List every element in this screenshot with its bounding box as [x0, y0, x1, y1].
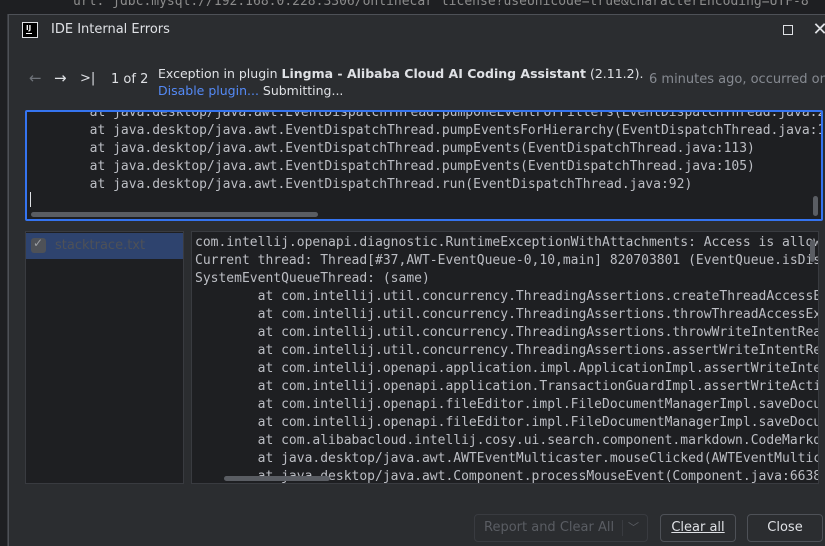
trace-line: at com.intellij.openapi.fileEditor.impl.…: [195, 397, 819, 412]
close-icon: ✕: [812, 19, 825, 40]
split-button-separator: [622, 520, 623, 536]
close-window-button[interactable]: ✕: [805, 15, 825, 45]
trace-line: at com.intellij.util.concurrency.Threadi…: [195, 289, 819, 304]
dialog-titlebar[interactable]: IJ IDE Internal Errors ✕: [9, 15, 825, 45]
arrow-right-icon: →: [54, 69, 67, 87]
occurrence-timestamp: 6 minutes ago, occurred once: [649, 72, 825, 87]
maximize-button[interactable]: [773, 15, 803, 45]
message-prefix: Exception in plugin: [158, 66, 282, 81]
trace-line: at com.intellij.util.concurrency.Threadi…: [195, 343, 819, 358]
next-error-button[interactable]: →: [54, 69, 67, 89]
trace-line: SystemEventQueueThread: (same): [195, 271, 430, 286]
trace-line: at com.intellij.openapi.application.Tran…: [257, 379, 818, 394]
attachment-name: stacktrace.txt: [55, 238, 146, 253]
chevron-down-icon[interactable]: ﹀: [628, 515, 639, 541]
trace-line: at com.intellij.util.concurrency.Threadi…: [195, 325, 819, 340]
comment-line: at java.desktop/java.awt.EventDispatchTh…: [27, 110, 823, 120]
plugin-version: (2.11.2).: [586, 66, 644, 81]
trace-line: at java.desktop/java.awt.AWTEventMultica…: [257, 451, 818, 466]
attachment-item[interactable]: stacktrace.txt: [26, 233, 183, 259]
trace-line: at com.alibabacloud.intellij.cosy.ui.sea…: [195, 433, 819, 448]
error-counter: 1 of 2: [111, 72, 149, 87]
stacktrace-text: com.intellij.openapi.diagnostic.RuntimeE…: [195, 234, 819, 483]
stacktrace-viewer[interactable]: com.intellij.openapi.diagnostic.RuntimeE…: [191, 231, 819, 484]
comment-textarea[interactable]: at java.desktop/java.awt.EventDispatchTh…: [25, 110, 823, 221]
report-and-clear-all-button[interactable]: Report and Clear All ﹀: [474, 514, 648, 542]
trace-line: at com.intellij.openapi.fileEditor.impl.…: [195, 415, 819, 430]
clear-all-button[interactable]: Clear all: [660, 514, 736, 542]
arrow-left-icon: ←: [29, 69, 42, 87]
trace-line: com.intellij.openapi.diagnostic.RuntimeE…: [195, 235, 818, 250]
background-editor-text: url: jdbc:mysql://192.168.0.228:3306/onl…: [73, 0, 809, 9]
report-button-label: Report and Clear All: [484, 520, 615, 535]
comment-line: at java.desktop/java.awt.EventDispatchTh…: [27, 141, 755, 156]
last-error-button[interactable]: >|: [80, 71, 95, 91]
background-editor-gutter: [0, 14, 8, 546]
submit-status: Submitting...: [258, 83, 344, 98]
comment-line: at java.desktop/java.awt.EventDispatchTh…: [27, 177, 693, 192]
comment-vertical-scrollbar[interactable]: [813, 196, 818, 216]
ide-internal-errors-dialog: IJ IDE Internal Errors ✕ ← → >| 1 of 2 E…: [8, 14, 825, 546]
arrow-to-last-icon: >|: [80, 71, 96, 86]
intellij-app-icon: IJ: [22, 22, 38, 38]
comment-line: at java.desktop/java.awt.EventDispatchTh…: [27, 123, 823, 138]
text-caret: [30, 192, 31, 207]
error-message: Exception in plugin Lingma - Alibaba Clo…: [158, 65, 643, 99]
dialog-title: IDE Internal Errors: [51, 22, 170, 37]
trace-line: at com.intellij.util.concurrency.Threadi…: [195, 307, 819, 322]
attachments-list: stacktrace.txt: [25, 231, 184, 484]
maximize-icon: [783, 25, 793, 35]
attachment-checkbox[interactable]: [31, 236, 46, 253]
disable-plugin-link[interactable]: Disable plugin...: [158, 83, 259, 98]
plugin-name: Lingma - Alibaba Cloud AI Coding Assista…: [281, 66, 587, 81]
background-editor-strip: url: jdbc:mysql://192.168.0.228:3306/onl…: [0, 0, 825, 14]
comment-line: at java.desktop/java.awt.EventDispatchTh…: [27, 159, 755, 174]
stacktrace-vertical-scrollbar[interactable]: [810, 240, 815, 262]
comment-horizontal-scrollbar[interactable]: [31, 212, 318, 217]
comment-text: at java.desktop/java.awt.EventDispatchTh…: [27, 110, 823, 194]
close-button[interactable]: Close: [747, 514, 823, 542]
trace-line: at com.intellij.openapi.application.impl…: [257, 361, 818, 376]
previous-error-button[interactable]: ←: [29, 69, 42, 89]
stacktrace-horizontal-scrollbar[interactable]: [224, 476, 330, 481]
trace-line: Current thread: Thread[#37,AWT-EventQueu…: [195, 253, 819, 268]
